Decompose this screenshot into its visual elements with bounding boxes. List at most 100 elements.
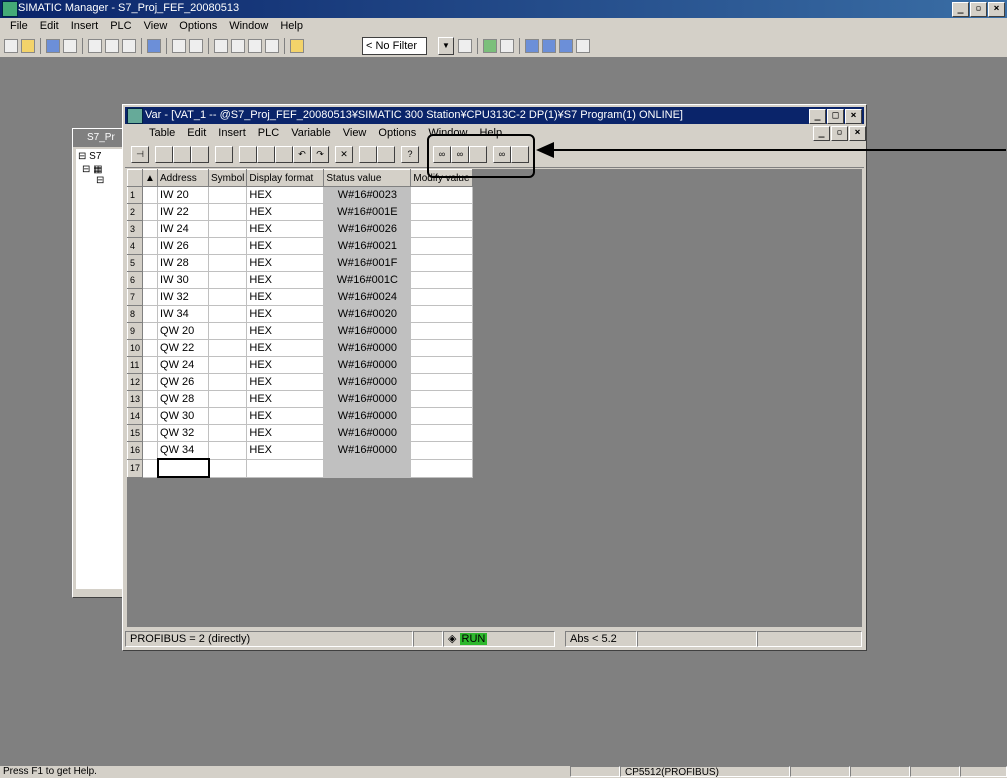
paste-icon-var[interactable] [275, 146, 293, 163]
table-row[interactable]: 14 QW 30 HEX W#16#0000 [126, 407, 473, 425]
address-cell[interactable]: IW 34 [157, 305, 210, 323]
cascade-icon[interactable] [525, 39, 539, 53]
modify-value-cell[interactable] [410, 203, 473, 221]
filter-select[interactable]: < No Filter > [362, 37, 427, 68]
var-table-window[interactable]: Var - [VAT_1 -- @S7_Proj_FEF_20080513¥SI… [122, 104, 867, 651]
symbol-cell[interactable] [208, 254, 248, 272]
symbol-cell[interactable] [208, 305, 248, 323]
filter-icon[interactable] [458, 39, 472, 53]
undo-icon[interactable]: ↶ [293, 146, 311, 163]
table-row[interactable]: 12 QW 26 HEX W#16#0000 [126, 373, 473, 391]
address-cell[interactable]: QW 28 [157, 390, 210, 408]
chevron-down-icon[interactable]: ▼ [438, 37, 454, 55]
menu-edit[interactable]: Edit [34, 18, 65, 35]
symbol-cell[interactable] [208, 441, 248, 460]
connect-icon[interactable] [359, 146, 377, 163]
display-format-cell[interactable]: HEX [246, 288, 325, 306]
var-menu-variable[interactable]: Variable [285, 125, 337, 142]
copy-icon[interactable] [105, 39, 119, 53]
list-icon[interactable] [248, 39, 262, 53]
address-cell[interactable]: IW 32 [157, 288, 210, 306]
address-cell[interactable]: IW 26 [157, 237, 210, 255]
col-status-value[interactable]: Status value [323, 169, 412, 187]
modify-value-cell[interactable] [410, 390, 473, 408]
table-row[interactable]: 1 IW 20 HEX W#16#0023 [126, 186, 473, 204]
download-icon[interactable] [147, 39, 161, 53]
address-cell[interactable]: IW 28 [157, 254, 210, 272]
print-icon[interactable] [215, 146, 233, 163]
menu-insert[interactable]: Insert [65, 18, 105, 35]
modify-value-cell[interactable] [410, 237, 473, 255]
symbol-cell[interactable] [208, 424, 248, 442]
menu-view[interactable]: View [138, 18, 174, 35]
modify-value-cell[interactable] [410, 407, 473, 425]
accessible-nodes-icon[interactable] [46, 39, 60, 53]
delete-icon[interactable]: ✕ [335, 146, 353, 163]
var-menu-insert[interactable]: Insert [212, 125, 252, 142]
table-row[interactable]: 17 [126, 458, 473, 478]
var-menu-edit[interactable]: Edit [181, 125, 212, 142]
var-maximize-icon[interactable]: □ [827, 109, 844, 124]
modify-value-cell[interactable] [410, 356, 473, 374]
modify-value-cell[interactable] [410, 305, 473, 323]
modify-value-cell[interactable] [410, 441, 473, 460]
close-icon[interactable]: × [988, 2, 1005, 17]
var-menu-options[interactable]: Options [372, 125, 422, 142]
open-table-icon[interactable] [173, 146, 191, 163]
display-format-cell[interactable]: HEX [246, 407, 325, 425]
table-row[interactable]: 16 QW 34 HEX W#16#0000 [126, 441, 473, 460]
address-cell[interactable]: IW 20 [157, 186, 210, 204]
restore-icon[interactable]: ▫ [970, 2, 987, 17]
child-close-icon[interactable]: × [849, 126, 866, 141]
table-row[interactable]: 2 IW 22 HEX W#16#001E [126, 203, 473, 221]
table-row[interactable]: 7 IW 32 HEX W#16#0024 [126, 288, 473, 306]
symbol-cell[interactable] [208, 390, 248, 408]
cut-icon[interactable] [88, 39, 102, 53]
memory-card-icon[interactable] [63, 39, 77, 53]
display-format-cell[interactable]: HEX [246, 271, 325, 289]
symbol-cell[interactable] [208, 458, 248, 478]
copy-icon-var[interactable] [257, 146, 275, 163]
var-minimize-icon[interactable]: _ [809, 109, 826, 124]
col-address[interactable]: Address [157, 169, 210, 187]
up-one-level-icon[interactable] [290, 39, 304, 53]
menu-help[interactable]: Help [274, 18, 309, 35]
table-row[interactable]: 10 QW 22 HEX W#16#0000 [126, 339, 473, 357]
col-symbol[interactable]: Symbol [208, 169, 248, 187]
table-row[interactable]: 8 IW 34 HEX W#16#0020 [126, 305, 473, 323]
address-cell[interactable]: QW 20 [157, 322, 210, 340]
paste-icon[interactable] [122, 39, 136, 53]
symbol-cell[interactable] [208, 220, 248, 238]
symbol-cell[interactable] [208, 186, 248, 204]
child-restore-icon[interactable]: ▫ [831, 126, 848, 141]
menu-window[interactable]: Window [223, 18, 274, 35]
address-cell[interactable]: IW 30 [157, 271, 210, 289]
netpro-icon[interactable] [483, 39, 497, 53]
display-format-cell[interactable]: HEX [246, 237, 325, 255]
menu-file[interactable]: File [4, 18, 34, 35]
table-row[interactable]: 6 IW 30 HEX W#16#001C [126, 271, 473, 289]
display-format-cell[interactable] [246, 458, 325, 478]
display-format-cell[interactable]: HEX [246, 441, 325, 460]
modify-value-cell[interactable] [410, 458, 473, 478]
table-row[interactable]: 15 QW 32 HEX W#16#0000 [126, 424, 473, 442]
open-icon[interactable] [21, 39, 35, 53]
new-table-icon[interactable] [155, 146, 173, 163]
symbol-cell[interactable] [208, 373, 248, 391]
display-format-cell[interactable]: HEX [246, 424, 325, 442]
menu-options[interactable]: Options [173, 18, 223, 35]
table-row[interactable]: 5 IW 28 HEX W#16#001F [126, 254, 473, 272]
symbol-cell[interactable] [208, 407, 248, 425]
table-row[interactable]: 3 IW 24 HEX W#16#0026 [126, 220, 473, 238]
offline-icon[interactable] [189, 39, 203, 53]
modify-value-cell[interactable] [410, 373, 473, 391]
table-row[interactable]: 11 QW 24 HEX W#16#0000 [126, 356, 473, 374]
redo-icon[interactable]: ↷ [311, 146, 329, 163]
symbol-cell[interactable] [208, 288, 248, 306]
display-format-cell[interactable]: HEX [246, 186, 325, 204]
address-cell[interactable]: IW 24 [157, 220, 210, 238]
small-icons-icon[interactable] [231, 39, 245, 53]
display-format-cell[interactable]: HEX [246, 339, 325, 357]
large-icons-icon[interactable] [214, 39, 228, 53]
address-cell[interactable] [156, 458, 210, 478]
